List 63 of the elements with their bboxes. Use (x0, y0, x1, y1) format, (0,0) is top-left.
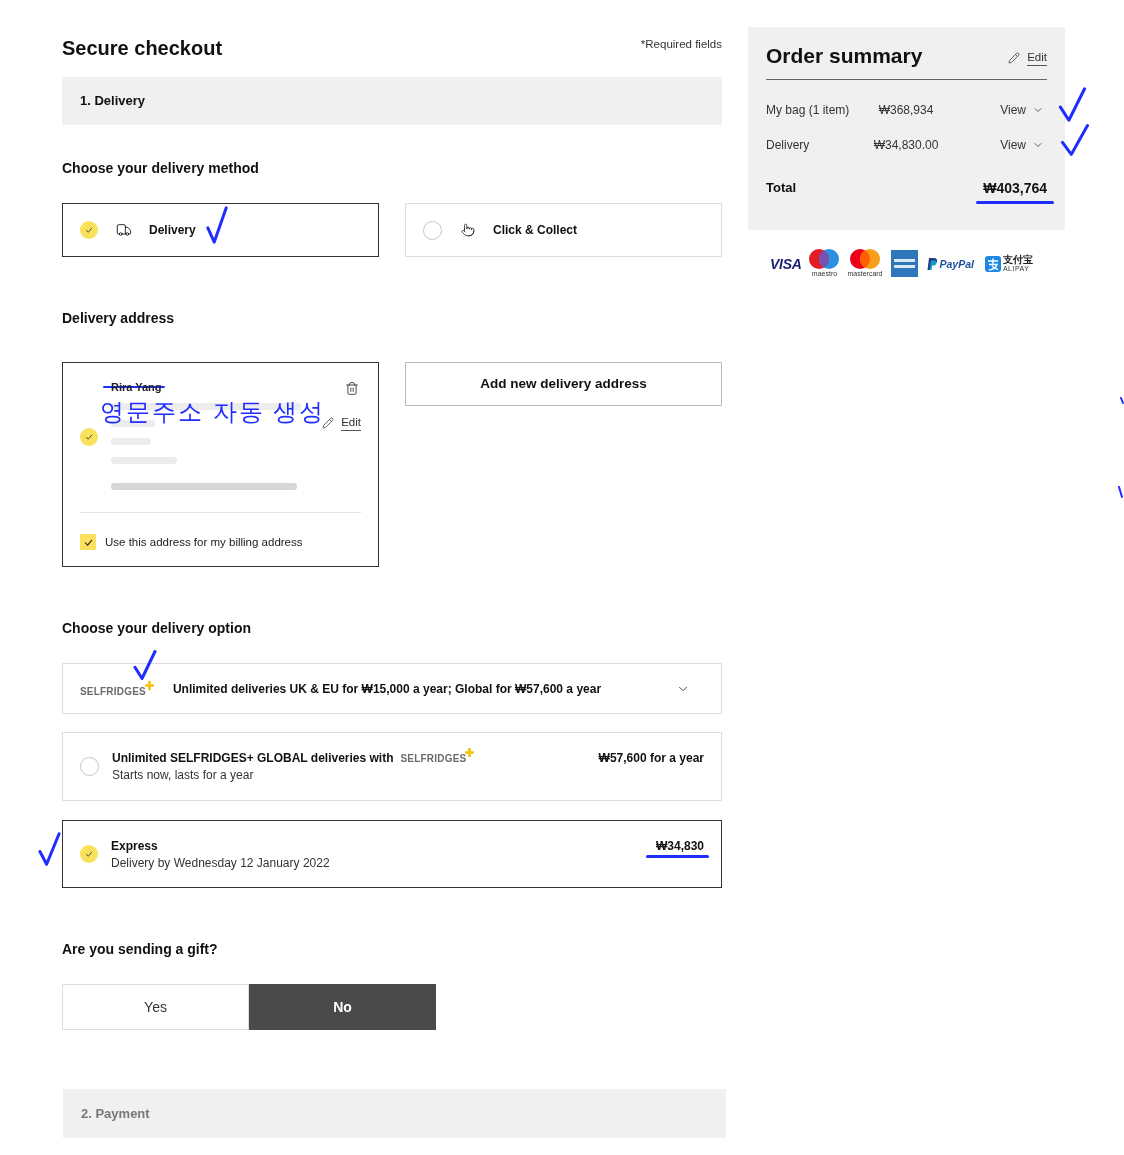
step-title: 2. Payment (81, 1104, 150, 1123)
section-heading: Choose your delivery method (62, 160, 260, 176)
radio-icon[interactable] (423, 220, 442, 240)
alipay-icon (984, 255, 1001, 272)
pointer-hand-icon (461, 222, 475, 238)
pencil-icon (1008, 52, 1021, 64)
summary-label: Delivery (766, 137, 811, 154)
selected-radio-icon[interactable] (80, 845, 98, 863)
add-address-button[interactable]: Add new delivery address (405, 362, 722, 406)
view-button[interactable]: View (1000, 101, 1044, 119)
option-title: Unlimited SELFRIDGES+ GLOBAL deliveries with (112, 751, 394, 765)
trash-button[interactable] (345, 380, 359, 397)
visa-logo: VISA (770, 255, 802, 272)
checked-checkbox-icon[interactable] (80, 534, 96, 550)
selected-radio-icon[interactable] (80, 428, 98, 446)
card-logo-icon (890, 250, 918, 277)
required-fields-note: *Required fields (640, 37, 722, 51)
view-button[interactable]: View (1000, 136, 1044, 154)
membership-banner[interactable]: SELFRIDGES Unlimited deliveries UK & EU for ₩15,000 a year; Global for ₩57,600 a year (62, 663, 722, 714)
summary-amount: ₩34,830.00 (872, 137, 940, 154)
gift-choice-button[interactable]: No (249, 984, 436, 1030)
step-title: 1. Delivery (80, 92, 146, 111)
overlapping-circles-icon (850, 249, 880, 269)
delivery-option[interactable]: Express ₩34,830 Delivery by Wednesday 12 January 2022 (62, 820, 722, 888)
paypal-logo: PayPal (939, 257, 974, 270)
brand-logo-text: SELFRIDGES (400, 753, 467, 765)
trash-icon (345, 380, 359, 397)
paypal-p-icon (926, 257, 937, 270)
page-title: Secure checkout (62, 36, 223, 60)
section-heading: Are you sending a gift? (62, 941, 219, 957)
delivery-method-option[interactable]: Click & Collect (405, 203, 722, 257)
plus-icon (144, 681, 154, 690)
delivery-method-option[interactable]: Delivery (62, 203, 379, 257)
option-subtitle: Delivery by Wednesday 12 January 2022 (111, 855, 331, 870)
radio-icon[interactable] (80, 757, 99, 776)
overlapping-circles-icon (809, 249, 840, 269)
section-heading: Delivery address (62, 310, 176, 326)
alipay-logo-text: 支付宝 (1002, 254, 1033, 265)
total-amount: ₩403,764 (983, 179, 1047, 197)
total-label: Total (766, 179, 797, 198)
option-price: ₩34,830 (655, 838, 704, 853)
pencil-icon (322, 417, 335, 429)
pen-stroke-icon (1120, 397, 1124, 404)
truck-icon (115, 222, 133, 238)
order-summary-title: Order summary (766, 44, 923, 68)
banner-text: Unlimited deliveries UK & EU for ₩15,000 a year; Global for ₩57,600 a year (172, 681, 602, 696)
brand-logo-text: SELFRIDGES (80, 686, 146, 698)
option-subtitle: Starts now, lasts for a year (112, 768, 255, 782)
edit-link[interactable]: Edit (1008, 50, 1047, 66)
method-label: Delivery (149, 222, 196, 239)
summary-label: My bag (1 item) (766, 102, 851, 119)
delivery-option[interactable]: Unlimited SELFRIDGES+ GLOBAL deliveries with SELFRIDGES ₩57,600 for a year Starts now, lasts for a year (62, 732, 722, 801)
pen-stroke-icon (1118, 486, 1124, 498)
billing-address-label: Use this address for my billing address (105, 535, 303, 549)
method-label: Click & Collect (493, 222, 578, 239)
plus-icon (465, 748, 475, 757)
gift-choice-button[interactable]: Yes (62, 984, 249, 1030)
summary-amount: ₩368,934 (877, 102, 935, 119)
option-title: Express (111, 838, 158, 853)
edit-link[interactable]: Edit (322, 415, 361, 431)
option-price: ₩57,600 for a year (598, 751, 704, 765)
selected-radio-icon[interactable] (80, 221, 98, 239)
section-heading: Choose your delivery option (62, 620, 253, 636)
